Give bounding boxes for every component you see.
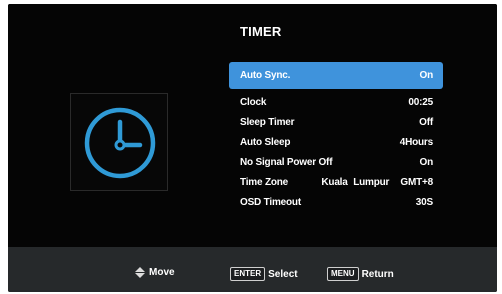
timer-icon-panel: [70, 93, 168, 191]
select-hint: ENTER Select: [230, 267, 298, 281]
tv-screen: TIMER Auto Sync. On Clock 00:25 Sleep Ti…: [8, 4, 497, 292]
menu-item-label: Auto Sync.: [240, 70, 291, 81]
menu-item-label: No Signal Power Off: [240, 156, 333, 168]
page-title: TIMER: [240, 24, 282, 39]
menu-item-auto-sync[interactable]: Auto Sync. On: [229, 62, 443, 89]
return-hint: MENU Return: [327, 267, 394, 281]
up-down-arrows-icon: [135, 267, 145, 278]
timer-settings-list: Auto Sync. On Clock 00:25 Sleep Timer Of…: [229, 62, 443, 212]
menu-key-badge: MENU: [327, 267, 359, 281]
menu-item-label: Clock: [240, 96, 267, 108]
move-hint: Move: [135, 267, 175, 278]
menu-item-time-zone[interactable]: Time Zone Kuala Lumpur GMT+8: [229, 172, 443, 192]
menu-item-label: Auto Sleep: [240, 136, 291, 148]
menu-item-value: 4Hours: [399, 136, 433, 148]
enter-key-badge: ENTER: [230, 267, 266, 281]
menu-item-value: On: [419, 70, 434, 81]
menu-item-label: Sleep Timer: [240, 116, 295, 128]
return-label: Return: [361, 268, 394, 280]
menu-item-auto-sleep[interactable]: Auto Sleep 4Hours: [229, 132, 443, 152]
menu-item-value: 00:25: [408, 96, 433, 108]
menu-item-value: 30S: [415, 196, 433, 208]
menu-item-value: Off: [419, 116, 433, 128]
move-label: Move: [149, 267, 175, 278]
menu-item-label: OSD Timeout: [240, 196, 301, 208]
select-label: Select: [268, 268, 298, 280]
clock-icon: [84, 107, 156, 179]
menu-item-value: Kuala Lumpur GMT+8: [321, 176, 433, 188]
menu-item-value: On: [419, 156, 434, 168]
key-hint-bar: Move ENTER Select MENU Return: [8, 247, 497, 292]
osd-menu: TIMER Auto Sync. On Clock 00:25 Sleep Ti…: [8, 4, 497, 247]
menu-item-no-signal-power-off[interactable]: No Signal Power Off On: [229, 152, 443, 172]
menu-item-label: Time Zone: [240, 176, 289, 188]
menu-item-clock[interactable]: Clock 00:25: [229, 92, 443, 112]
menu-item-osd-timeout[interactable]: OSD Timeout 30S: [229, 192, 443, 212]
menu-item-sleep-timer[interactable]: Sleep Timer Off: [229, 112, 443, 132]
